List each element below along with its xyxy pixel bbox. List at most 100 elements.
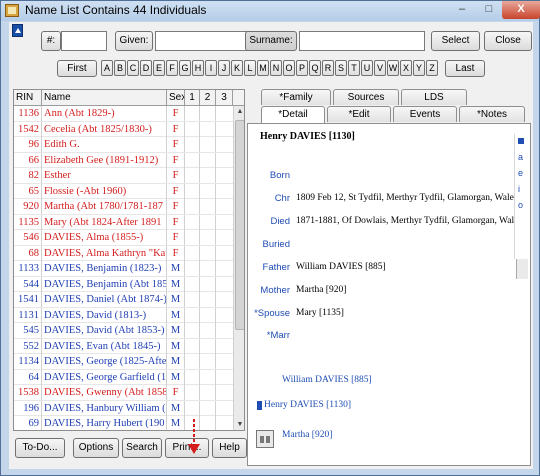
tree-father-link[interactable]: William DAVIES [885]: [282, 375, 372, 385]
tree-mother-link[interactable]: Martha [920]: [282, 430, 332, 440]
search-button[interactable]: Search: [122, 438, 162, 458]
table-row[interactable]: 1131 DAVIES, David (1813-) M: [14, 307, 233, 323]
side-scrollbar[interactable]: [516, 259, 528, 279]
letter-button-l[interactable]: L: [244, 60, 256, 76]
tab-lds[interactable]: LDS: [401, 89, 467, 105]
side-letter-e[interactable]: e: [518, 168, 523, 178]
table-row[interactable]: 920 Martha (Abt 1780/1781-187 F: [14, 199, 233, 215]
father-label[interactable]: Father: [230, 262, 290, 273]
letter-button-f[interactable]: F: [166, 60, 178, 76]
column-header-1[interactable]: 1: [185, 90, 200, 106]
tab-family[interactable]: *Family: [261, 89, 331, 105]
letter-button-s[interactable]: S: [335, 60, 347, 76]
letter-button-w[interactable]: W: [387, 60, 399, 76]
close-button[interactable]: Close: [484, 31, 532, 51]
side-letter-o[interactable]: o: [518, 200, 523, 210]
column-header-sex[interactable]: Sex: [167, 90, 185, 106]
marriage-label[interactable]: *Marr: [230, 330, 290, 341]
scroll-down-arrow-icon[interactable]: ▼: [235, 419, 244, 430]
table-row[interactable]: 1538 DAVIES, Gwenny (Abt 1858 F: [14, 385, 233, 401]
column-header-name[interactable]: Name: [42, 90, 167, 106]
options-button[interactable]: Options: [73, 438, 119, 458]
column-header-2[interactable]: 2: [200, 90, 216, 106]
table-row[interactable]: 66 Elizabeth Gee (1891-1912) F: [14, 152, 233, 168]
table-row[interactable]: 1541 DAVIES, Daniel (Abt 1874-) M: [14, 292, 233, 308]
given-button[interactable]: Given:: [115, 31, 153, 51]
letter-button-d[interactable]: D: [140, 60, 152, 76]
letter-button-y[interactable]: Y: [413, 60, 425, 76]
buried-label[interactable]: Buried: [230, 239, 290, 250]
close-window-button[interactable]: X: [502, 1, 540, 19]
side-letter-i[interactable]: i: [518, 184, 520, 194]
rin-search-button[interactable]: #:: [41, 31, 61, 51]
side-letter-a[interactable]: a: [518, 152, 523, 162]
table-row[interactable]: 1542 Cecelia (Abt 1825/1830-) F: [14, 121, 233, 137]
table-row[interactable]: 552 DAVIES, Evan (Abt 1845-) M: [14, 338, 233, 354]
letter-button-c[interactable]: C: [127, 60, 139, 76]
column-header-3[interactable]: 3: [216, 90, 233, 106]
table-row[interactable]: 196 DAVIES, Hanbury William (M: [14, 400, 233, 416]
tab-notes[interactable]: *Notes: [459, 106, 525, 122]
rin-input[interactable]: [61, 31, 107, 51]
table-row[interactable]: 68 DAVIES, Alma Kathryn "Kat F: [14, 245, 233, 261]
letter-button-b[interactable]: B: [114, 60, 126, 76]
letter-button-m[interactable]: M: [257, 60, 269, 76]
scroll-up-arrow-icon[interactable]: ▲: [235, 106, 244, 118]
letter-button-i[interactable]: I: [205, 60, 217, 76]
letter-button-h[interactable]: H: [192, 60, 204, 76]
sort-up-icon[interactable]: [12, 24, 23, 37]
born-label[interactable]: Born: [230, 170, 290, 181]
table-row[interactable]: 69 DAVIES, Harry Hubert (190 M: [14, 416, 233, 430]
last-button[interactable]: Last: [445, 60, 485, 77]
column-header-rin[interactable]: RIN: [14, 90, 42, 106]
letter-button-e[interactable]: E: [153, 60, 165, 76]
table-row[interactable]: 545 DAVIES, David (Abt 1853-) M: [14, 323, 233, 339]
table-row[interactable]: 96 Edith G. F: [14, 137, 233, 153]
letter-button-p[interactable]: P: [296, 60, 308, 76]
table-row[interactable]: 546 DAVIES, Alma (1855-) F: [14, 230, 233, 246]
table-row[interactable]: 64 DAVIES, George Garfield (18 M: [14, 369, 233, 385]
help-button[interactable]: Help: [212, 438, 247, 458]
surname-button[interactable]: Surname:: [245, 31, 297, 51]
table-row[interactable]: 1136 Ann (Abt 1829-) F: [14, 106, 233, 122]
letter-button-z[interactable]: Z: [426, 60, 438, 76]
table-row[interactable]: 1135 Mary (Abt 1824-After 1891 F: [14, 214, 233, 230]
letter-button-n[interactable]: N: [270, 60, 282, 76]
died-label[interactable]: Died: [230, 216, 290, 227]
letter-button-a[interactable]: A: [101, 60, 113, 76]
table-row[interactable]: 544 DAVIES, Benjamin (Abt 185 M: [14, 276, 233, 292]
letter-button-q[interactable]: Q: [309, 60, 321, 76]
name-list-grid[interactable]: RIN Name Sex 1 2 3 1136 Ann (Abt 1829-) F 1…: [13, 89, 245, 431]
minimize-button[interactable]: –: [449, 1, 475, 19]
tab-events[interactable]: Events: [393, 106, 457, 122]
table-row[interactable]: 82 Esther F: [14, 168, 233, 184]
select-button[interactable]: Select: [431, 31, 480, 51]
print-button[interactable]: Print...: [165, 438, 209, 458]
letter-button-r[interactable]: R: [322, 60, 334, 76]
first-button[interactable]: First: [57, 60, 97, 77]
todo-button[interactable]: To-Do...: [15, 438, 65, 458]
spouse-label[interactable]: *Spouse: [230, 308, 290, 319]
letter-button-u[interactable]: U: [361, 60, 373, 76]
tab-edit[interactable]: *Edit: [327, 106, 391, 122]
table-row[interactable]: 65 Flossie (-Abt 1960) F: [14, 183, 233, 199]
tree-self-link[interactable]: Henry DAVIES [1130]: [264, 400, 351, 410]
letter-button-g[interactable]: G: [179, 60, 191, 76]
letter-button-o[interactable]: O: [283, 60, 295, 76]
mother-label[interactable]: Mother: [230, 285, 290, 296]
chr-label[interactable]: Chr: [230, 193, 290, 204]
letter-button-k[interactable]: K: [231, 60, 243, 76]
maximize-button[interactable]: □: [476, 1, 502, 19]
table-row[interactable]: 1133 DAVIES, Benjamin (1823-) M: [14, 261, 233, 277]
letter-button-j[interactable]: J: [218, 60, 230, 76]
photo-album-icon[interactable]: [256, 430, 274, 448]
given-input[interactable]: [155, 31, 249, 51]
title-bar[interactable]: Name List Contains 44 Individuals – □ X: [1, 1, 540, 21]
letter-button-v[interactable]: V: [374, 60, 386, 76]
tab-detail[interactable]: *Detail: [261, 106, 325, 123]
surname-input[interactable]: [299, 31, 425, 51]
table-row[interactable]: 1134 DAVIES, George (1825-Afte M: [14, 354, 233, 370]
letter-button-t[interactable]: T: [348, 60, 360, 76]
tab-sources[interactable]: Sources: [333, 89, 399, 105]
letter-button-x[interactable]: X: [400, 60, 412, 76]
